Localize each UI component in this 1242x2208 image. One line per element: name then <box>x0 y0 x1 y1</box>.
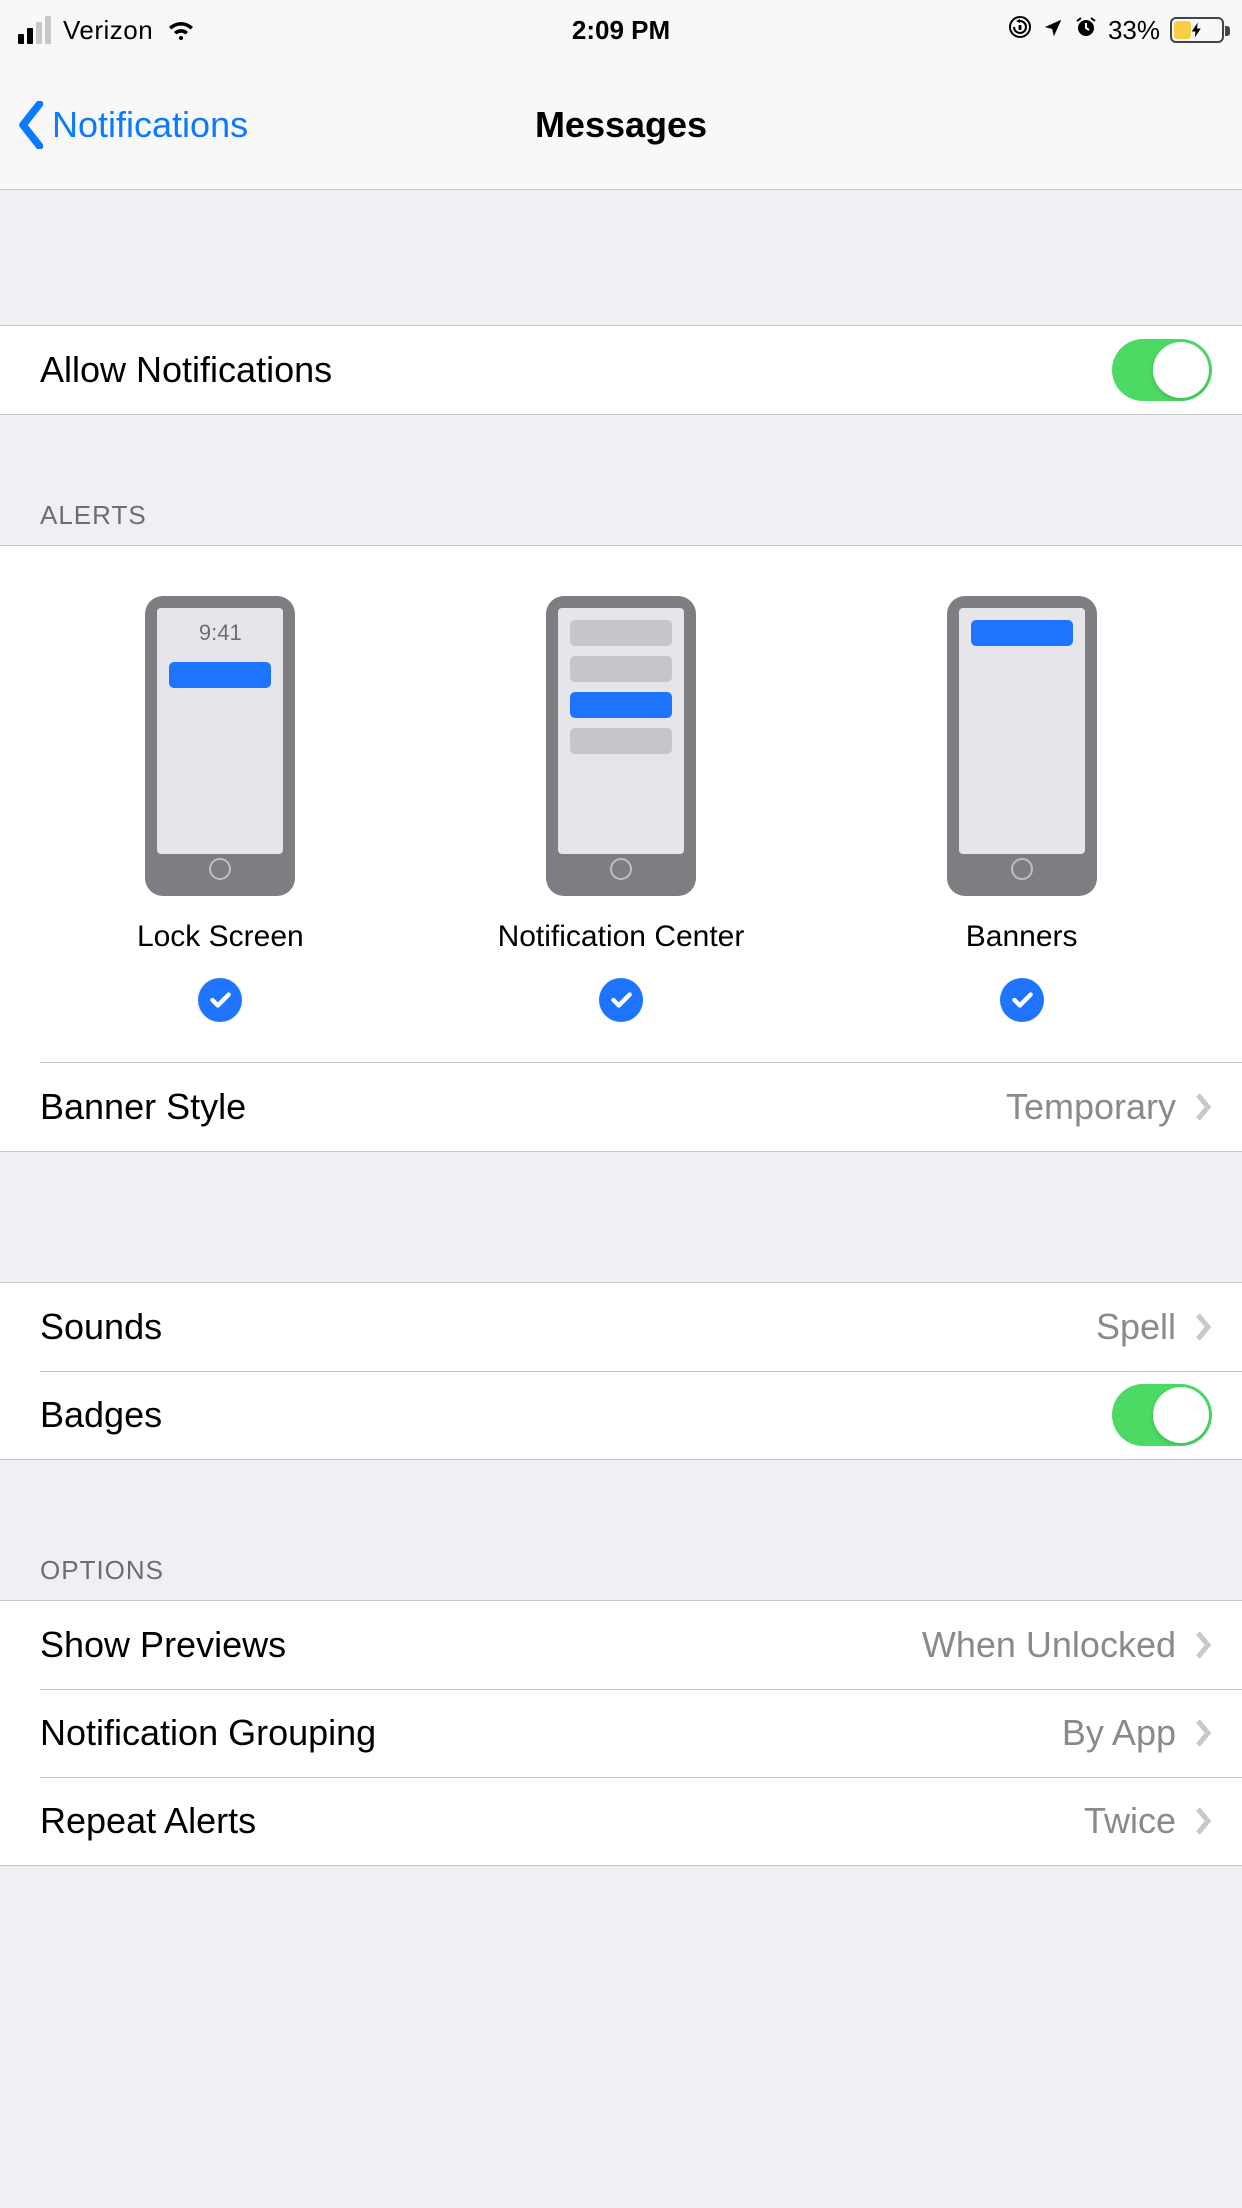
status-bar: Verizon 2:09 PM 33% <box>0 0 1242 60</box>
chevron-right-icon <box>1194 1630 1212 1660</box>
carrier-label: Verizon <box>63 15 153 46</box>
allow-notifications-label: Allow Notifications <box>40 349 332 391</box>
repeat-alerts-row[interactable]: Repeat Alerts Twice <box>0 1777 1242 1865</box>
notification-center-preview-icon <box>546 596 696 896</box>
alert-type-lock-screen[interactable]: 9:41 Lock Screen <box>22 596 419 1022</box>
back-label: Notifications <box>52 104 248 146</box>
chevron-right-icon <box>1194 1312 1212 1342</box>
lock-screen-preview-icon: 9:41 <box>145 596 295 896</box>
status-bar-left: Verizon <box>18 14 197 46</box>
spacer <box>0 190 1242 325</box>
alerts-header: ALERTS <box>0 500 187 545</box>
spacer <box>0 1152 1242 1282</box>
rotation-lock-icon <box>1008 15 1032 46</box>
location-icon <box>1042 15 1064 46</box>
spacer: OPTIONS <box>0 1460 1242 1600</box>
battery-percent: 33% <box>1108 15 1160 46</box>
badges-label: Badges <box>40 1394 162 1436</box>
wifi-icon <box>165 14 197 46</box>
cellular-signal-icon <box>18 16 51 44</box>
sounds-badges-group: Sounds Spell Badges <box>0 1282 1242 1460</box>
status-bar-right: 33% <box>1008 15 1224 46</box>
notification-grouping-label: Notification Grouping <box>40 1712 376 1754</box>
banners-preview-icon <box>947 596 1097 896</box>
chevron-left-icon <box>18 101 46 149</box>
chevron-right-icon <box>1194 1806 1212 1836</box>
options-header: OPTIONS <box>0 1555 204 1600</box>
checkmark-icon <box>198 978 242 1022</box>
checkmark-icon <box>599 978 643 1022</box>
badges-switch[interactable] <box>1112 1384 1212 1446</box>
sounds-row[interactable]: Sounds Spell <box>0 1283 1242 1371</box>
battery-icon <box>1170 17 1224 43</box>
show-previews-label: Show Previews <box>40 1624 286 1666</box>
alert-type-banners[interactable]: Banners <box>823 596 1220 1022</box>
alert-type-label: Notification Center <box>498 920 745 954</box>
banner-style-label: Banner Style <box>40 1086 246 1128</box>
alert-type-notification-center[interactable]: Notification Center <box>423 596 820 1022</box>
alert-type-label: Lock Screen <box>137 920 304 954</box>
page-title: Messages <box>535 104 707 146</box>
chevron-right-icon <box>1194 1718 1212 1748</box>
repeat-alerts-label: Repeat Alerts <box>40 1800 256 1842</box>
allow-notifications-group: Allow Notifications <box>0 325 1242 415</box>
sounds-value: Spell <box>1096 1306 1176 1348</box>
show-previews-row[interactable]: Show Previews When Unlocked <box>0 1601 1242 1689</box>
allow-notifications-row: Allow Notifications <box>0 326 1242 414</box>
spacer: ALERTS <box>0 415 1242 545</box>
alert-type-label: Banners <box>966 920 1078 954</box>
checkmark-icon <box>1000 978 1044 1022</box>
status-bar-time: 2:09 PM <box>572 15 670 46</box>
repeat-alerts-value: Twice <box>1084 1800 1176 1842</box>
back-button[interactable]: Notifications <box>18 101 248 149</box>
options-group: Show Previews When Unlocked Notification… <box>0 1600 1242 1866</box>
chevron-right-icon <box>1194 1092 1212 1122</box>
notification-grouping-value: By App <box>1062 1712 1176 1754</box>
badges-row: Badges <box>0 1371 1242 1459</box>
allow-notifications-switch[interactable] <box>1112 339 1212 401</box>
notification-grouping-row[interactable]: Notification Grouping By App <box>0 1689 1242 1777</box>
alert-types-row: 9:41 Lock Screen Notificatio <box>0 546 1242 1062</box>
nav-bar: Notifications Messages <box>0 60 1242 190</box>
banner-style-value: Temporary <box>1006 1086 1176 1128</box>
alerts-group: 9:41 Lock Screen Notificatio <box>0 545 1242 1152</box>
alarm-icon <box>1074 15 1098 46</box>
sounds-label: Sounds <box>40 1306 162 1348</box>
banner-style-row[interactable]: Banner Style Temporary <box>0 1063 1242 1151</box>
show-previews-value: When Unlocked <box>922 1624 1176 1666</box>
